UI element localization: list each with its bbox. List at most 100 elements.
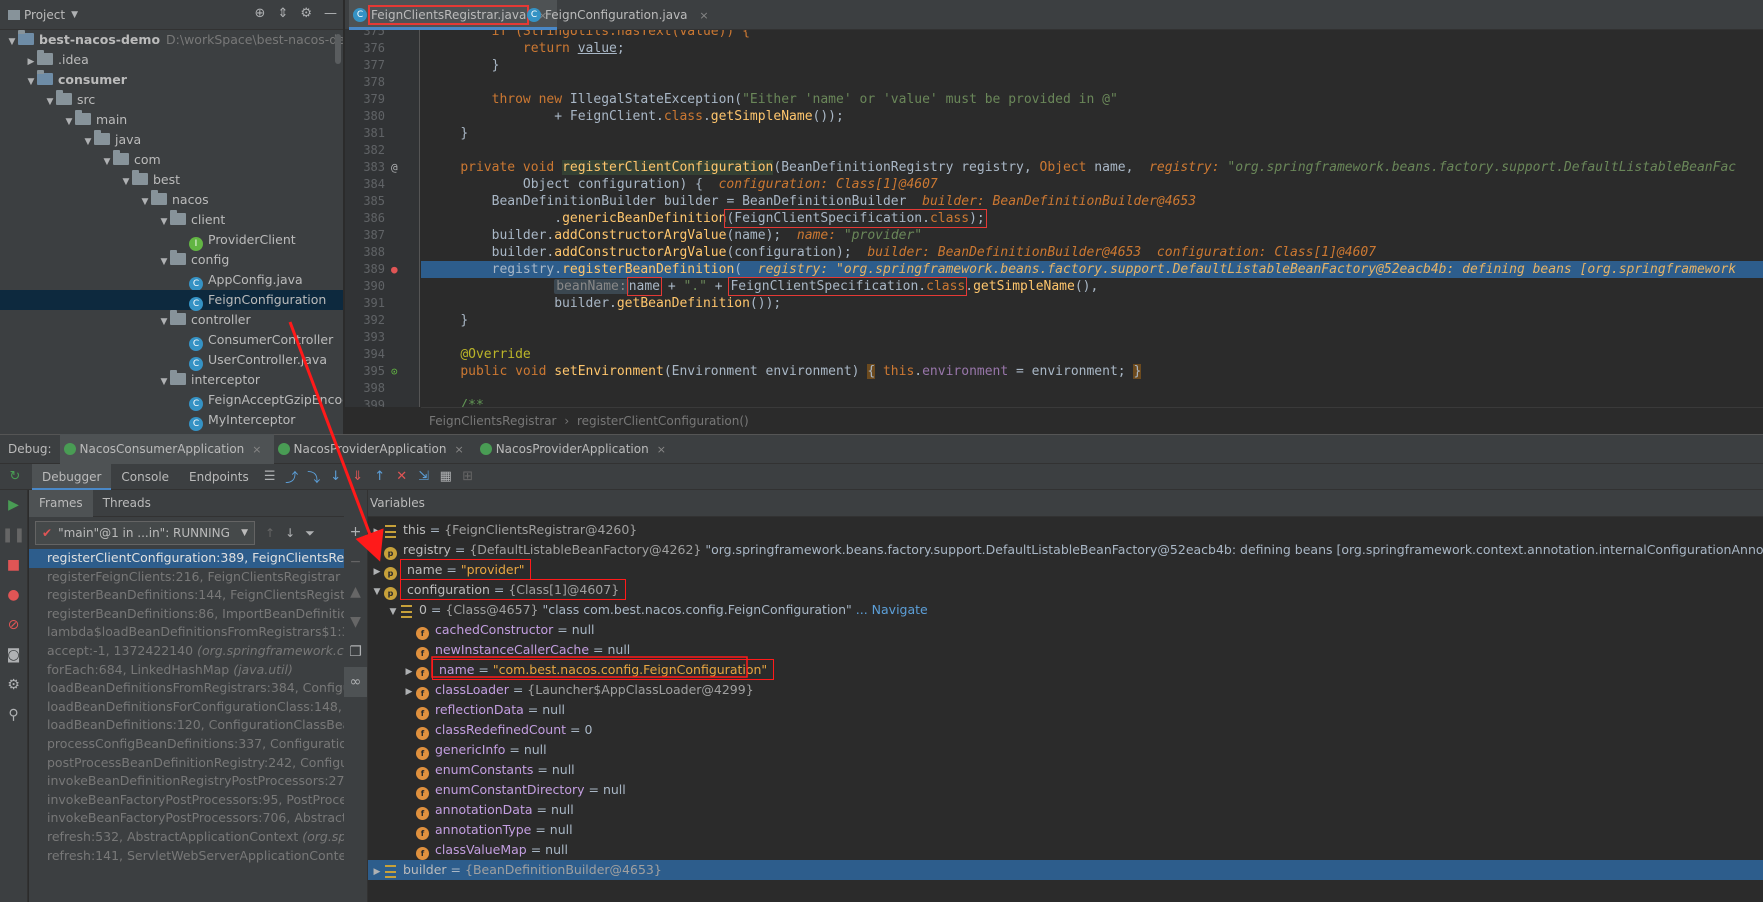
close-icon[interactable]: × [657, 443, 666, 456]
collapse-all-icon[interactable]: ⇕ [277, 6, 288, 21]
mute-breakpoints-icon[interactable]: ⊘ [0, 610, 27, 640]
line-number[interactable]: 389 ● [345, 261, 419, 278]
tree-item[interactable]: C UserController.java [0, 350, 343, 371]
chevron-right-icon[interactable]: ▶ [370, 862, 384, 882]
tree-item[interactable]: ▼ consumer [0, 70, 343, 90]
chevron-down-icon[interactable]: ▼ [139, 192, 151, 212]
tree-item[interactable]: C FeignAcceptGzipEncoding [0, 390, 343, 411]
tree-item[interactable]: C ConsumerController [0, 330, 343, 351]
tree-item[interactable]: C FeignConfiguration [0, 290, 343, 311]
variable-row[interactable]: ▶ builder = {BeanDefinitionBuilder@4653} [368, 860, 1763, 880]
variable-row[interactable]: f classRedefinedCount = 0 [368, 720, 1763, 740]
stack-frame[interactable]: invokeBeanFactoryPostProcessors:706, Abs… [29, 809, 344, 828]
thread-selector[interactable]: ✔ "main"@1 in ...in": RUNNING ▼ [35, 521, 255, 545]
pin-icon[interactable]: ⚲ [0, 700, 27, 730]
stack-frame[interactable]: postProcessBeanDefinitionRegistry:242, C… [29, 754, 344, 773]
pause-icon[interactable]: ❚❚ [0, 520, 27, 550]
line-number[interactable]: 381 [345, 125, 419, 142]
resume-icon[interactable]: ▶ [0, 490, 27, 520]
tree-item[interactable]: ▼ com [0, 150, 343, 170]
tab-threads[interactable]: Threads [93, 490, 161, 517]
evaluate-expression-icon[interactable]: ▦ [435, 469, 457, 484]
run-tab-nacosproviderapplication-1[interactable]: NacosProviderApplication × [274, 434, 476, 464]
copy-icon[interactable]: ❐ [344, 637, 367, 667]
variable-row[interactable]: ▼ p configuration = {Class[1]@4607} [368, 579, 1763, 600]
trace-icon[interactable]: ⊞ [457, 469, 479, 484]
tree-item[interactable]: ▼ src [0, 90, 343, 110]
tree-item[interactable]: C AppConfig.java [0, 270, 343, 291]
run-tab-nacosproviderapplication-2[interactable]: NacosProviderApplication × [476, 434, 678, 464]
step-over-icon[interactable]: ⤵ [303, 467, 325, 486]
tab-frames[interactable]: Frames [29, 490, 93, 517]
watches-icon[interactable]: ∞ [344, 667, 367, 697]
show-execution-point-icon[interactable]: ⤴ [281, 467, 303, 486]
implements-marker-icon[interactable]: ⊙ [391, 363, 398, 380]
tree-item[interactable]: ▼ best-nacos-demo D:\workSpace\best-nacos-… [0, 30, 343, 50]
stack-frame[interactable]: registerClientConfiguration:389, FeignCl… [29, 549, 344, 568]
line-number[interactable]: 393 [345, 329, 419, 346]
rerun-icon[interactable]: ↻ [4, 469, 26, 484]
tree-item[interactable]: I ProviderClient [0, 230, 343, 251]
stack-frame[interactable]: refresh:532, AbstractApplicationContext … [29, 828, 344, 847]
stack-frame[interactable]: processConfigBeanDefinitions:337, Config… [29, 735, 344, 754]
variable-row[interactable]: f reflectionData = null [368, 700, 1763, 720]
gear-icon[interactable]: ⚙ [300, 6, 312, 21]
variable-row[interactable]: f cachedConstructor = null [368, 620, 1763, 640]
line-number[interactable]: 376 [345, 40, 419, 57]
tree-item[interactable]: ▼ main [0, 110, 343, 130]
view-breakpoints-icon[interactable]: ● [0, 580, 27, 610]
stack-frame[interactable]: registerBeanDefinitions:144, FeignClient… [29, 586, 344, 605]
line-number[interactable]: 388 [345, 244, 419, 261]
chevron-right-icon[interactable]: ▶ [370, 562, 384, 582]
tree-item[interactable]: ▼ java [0, 130, 343, 150]
stack-frame[interactable]: loadBeanDefinitionsForConfigurationClass… [29, 698, 344, 717]
drop-frame-icon[interactable]: ✕ [391, 469, 413, 484]
chevron-down-icon[interactable]: ▼ [25, 72, 37, 92]
line-number[interactable]: 387 [345, 227, 419, 244]
settings-icon[interactable]: ⚙ [0, 670, 27, 700]
line-number[interactable]: 394 [345, 346, 419, 363]
stack-frame[interactable]: loadBeanDefinitions:120, ConfigurationCl… [29, 716, 344, 735]
variable-row[interactable]: f genericInfo = null [368, 740, 1763, 760]
line-number[interactable]: 391 [345, 295, 419, 312]
run-to-cursor-icon[interactable]: ⇲ [413, 469, 435, 484]
tree-item[interactable]: ▶ .idea [0, 50, 343, 70]
editor-gutter[interactable]: 375 376 377 378 379 380 381 382 383 @384 385 386 387… [345, 30, 420, 407]
stack-frame[interactable]: forEach:684, LinkedHashMap (java.util) [29, 661, 344, 680]
line-number[interactable]: 379 [345, 91, 419, 108]
line-number[interactable]: 398 [345, 380, 419, 397]
camera-icon[interactable]: ◙ [0, 640, 27, 670]
run-tab-nacosconsumerapplication[interactable]: NacosConsumerApplication × [59, 434, 274, 464]
chevron-down-icon[interactable]: ▼ [120, 172, 132, 192]
minimize-icon[interactable]: — [324, 6, 337, 21]
chevron-right-icon[interactable]: ▶ [402, 682, 416, 702]
chevron-right-icon[interactable]: ▶ [370, 522, 384, 542]
arrow-down-icon[interactable]: ↓ [285, 526, 295, 540]
tab-console[interactable]: Console [111, 464, 179, 490]
variable-row[interactable]: f classValueMap = null [368, 840, 1763, 860]
chevron-right-icon[interactable]: ▶ [370, 542, 384, 562]
stack-frame[interactable]: invokeBeanDefinitionRegistryPostProcesso… [29, 772, 344, 791]
tree-item[interactable]: C MyInterceptor [0, 410, 343, 431]
variable-row[interactable]: f enumConstants = null [368, 760, 1763, 780]
variable-row[interactable]: f enumConstantDirectory = null [368, 780, 1763, 800]
minus-icon[interactable]: − [344, 547, 367, 577]
tree-item[interactable]: ▼ nacos [0, 190, 343, 210]
filter-icon[interactable]: ⏷ [305, 526, 315, 541]
line-number[interactable]: 399 [345, 397, 419, 407]
breakpoint-icon[interactable]: ● [391, 261, 398, 278]
variable-row[interactable]: ▶ p name = "provider" [368, 559, 1763, 582]
chevron-down-icon[interactable]: ▼ [158, 252, 170, 272]
move-down-icon[interactable]: ▼ [344, 607, 367, 637]
override-marker-icon[interactable]: @ [391, 159, 398, 176]
variable-row[interactable]: f newInstanceCallerCache = null [368, 640, 1763, 660]
stack-frame[interactable]: loadBeanDefinitionsFromRegistrars:384, C… [29, 679, 344, 698]
chevron-down-icon[interactable]: ▼ [71, 10, 78, 20]
plus-icon[interactable]: + [344, 517, 367, 547]
line-number[interactable]: 377 [345, 57, 419, 74]
navigate-link[interactable]: ... Navigate [856, 602, 928, 617]
breadcrumb-method[interactable]: registerClientConfiguration() [577, 414, 749, 428]
close-icon[interactable]: × [454, 443, 463, 456]
stack-frame[interactable]: registerFeignClients:216, FeignClientsRe… [29, 568, 344, 587]
line-number[interactable]: 384 [345, 176, 419, 193]
